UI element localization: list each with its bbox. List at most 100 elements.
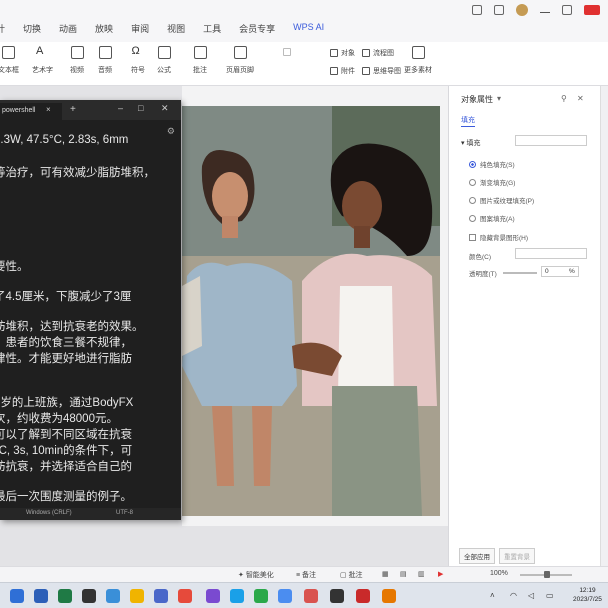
wps-icon[interactable] [304, 589, 318, 603]
video-button[interactable]: 视频 [70, 46, 84, 75]
app-icon[interactable] [278, 589, 292, 603]
comment-button[interactable]: 批注 [193, 46, 207, 75]
taskbar: ˄ ◠ ◁ ▭ 12:19 2023/7/25 [0, 582, 608, 608]
avatar[interactable] [516, 4, 528, 16]
app-icon[interactable] [382, 589, 396, 603]
color-label: 颜色(C) [469, 254, 492, 261]
word-icon[interactable] [34, 589, 48, 603]
pin-icon[interactable]: ⚲ [561, 94, 567, 103]
menu-tab-slideshow[interactable]: 放映 [95, 22, 113, 35]
wordart-button[interactable]: A 艺术字 [32, 46, 53, 75]
app-icon[interactable] [356, 589, 370, 603]
zoom-level[interactable]: 100% [490, 570, 508, 577]
edge-icon[interactable] [106, 589, 120, 603]
folder-icon[interactable] [130, 589, 144, 603]
layout-icon[interactable] [472, 5, 482, 15]
onenote-icon[interactable] [206, 589, 220, 603]
hide-background-checkbox[interactable]: 隐藏背景图形(H) [469, 232, 528, 242]
menu-tab-tools[interactable]: 工具 [203, 22, 221, 35]
minimize-icon[interactable] [540, 7, 550, 13]
sorter-view-icon[interactable]: ▤ [400, 570, 407, 578]
tab-close-icon[interactable]: × [46, 105, 51, 114]
excel-icon[interactable] [58, 589, 72, 603]
terminal-line: 要性。 [0, 261, 29, 273]
symbol-button[interactable]: Ω 符号 [131, 46, 145, 75]
terminal-tab[interactable]: powershell [0, 103, 62, 120]
menu-tab-member[interactable]: 会员专享 [239, 22, 275, 35]
clock[interactable]: 12:19 2023/7/25 [573, 586, 602, 604]
apply-all-button[interactable]: 全部应用 [459, 548, 495, 564]
header-footer-button[interactable]: 页眉页脚 [226, 46, 254, 75]
wifi-icon[interactable]: ◠ [510, 591, 517, 600]
flowchart-button[interactable]: 流程图 [362, 48, 394, 58]
color-dropdown[interactable] [515, 248, 587, 259]
maximize-icon[interactable]: □ [138, 103, 143, 113]
smart-beautify-button[interactable]: ✦ 智能美化 [238, 570, 274, 580]
option-solid-fill[interactable]: 纯色填充(S) [469, 159, 515, 169]
close-icon[interactable]: ✕ [577, 94, 584, 103]
chevron-down-icon[interactable]: ▾ [497, 94, 501, 103]
gear-icon[interactable]: ⚙ [167, 126, 175, 137]
mindmap-button[interactable]: 思维导图 [362, 66, 401, 76]
normal-view-icon[interactable]: ▦ [382, 570, 389, 578]
option-gradient-fill[interactable]: 渐变填充(G) [469, 177, 515, 187]
transparency-slider[interactable] [503, 272, 537, 274]
terminal-titlebar[interactable]: powershell × + – □ ✕ [0, 100, 181, 120]
encoding-indicator[interactable]: UTF-8 [116, 510, 133, 516]
clock-date: 2023/7/25 [573, 596, 602, 603]
fill-type-dropdown[interactable] [515, 135, 587, 146]
attachment-button[interactable]: 附件 [330, 66, 355, 76]
chevron-up-icon[interactable]: ˄ [490, 591, 495, 600]
menu-tab-review[interactable]: 审阅 [131, 22, 149, 35]
speaker-icon[interactable]: ◁ [528, 591, 534, 600]
formula-button[interactable]: 公式 [157, 46, 171, 75]
checkbox-icon [469, 233, 476, 241]
app-icon[interactable] [330, 589, 344, 603]
menu-tab-design[interactable]: 计 [0, 22, 5, 35]
menu-tab-view[interactable]: 视图 [167, 22, 185, 35]
reset-background-button[interactable]: 重置背景 [499, 548, 535, 564]
fill-section-header[interactable]: ▾ 填充 [461, 138, 480, 148]
comments-button[interactable]: ▢ 批注 [340, 570, 363, 580]
play-icon[interactable]: ▶ [438, 570, 443, 578]
notes-button[interactable]: ≡ 备注 [296, 570, 316, 580]
start-icon[interactable] [10, 589, 24, 603]
line-ending-indicator[interactable]: Windows (CRLF) [26, 510, 72, 516]
side-toolbar[interactable] [600, 86, 608, 566]
terminal-app-icon[interactable] [82, 589, 96, 603]
terminal-line: 肪抗衰，并选择适合自己的 [0, 461, 132, 473]
menu-tab-wps-ai[interactable]: WPS AI [293, 22, 324, 35]
terminal-line: 7岁的上班族，通过BodyFX [0, 397, 134, 409]
close-icon[interactable]: ✕ [161, 103, 169, 114]
video-icon [70, 46, 84, 59]
slide-photo[interactable] [182, 106, 440, 516]
menu-tab-animation[interactable]: 动画 [59, 22, 77, 35]
terminal-line: 2.3W, 47.5°C, 2.83s, 6mm [0, 134, 129, 146]
new-tab-icon[interactable]: + [70, 104, 76, 115]
close-icon[interactable] [584, 5, 600, 15]
object-icon [330, 49, 338, 57]
minimize-icon[interactable]: – [118, 103, 123, 113]
audio-button[interactable]: 音频 [98, 46, 112, 75]
transparency-input[interactable]: 0 % [541, 266, 579, 277]
object-button[interactable]: 对象 [330, 48, 355, 58]
option-picture-fill[interactable]: 图片或纹理填充(P) [469, 195, 534, 205]
app-icon[interactable] [178, 589, 192, 603]
wechat-icon[interactable] [254, 589, 268, 603]
maximize-icon[interactable] [562, 5, 572, 15]
terminal-window[interactable]: powershell × + – □ ✕ ⚙ 2.3W, 47.5°C, 2.8… [0, 100, 181, 520]
reading-view-icon[interactable]: ▥ [418, 570, 425, 578]
more-materials-button[interactable]: 更多素材 [404, 46, 432, 75]
app-icon[interactable] [230, 589, 244, 603]
window-icon[interactable] [494, 5, 504, 15]
option-pattern-fill[interactable]: 图案填充(A) [469, 213, 515, 223]
textbox-button[interactable]: 文本框 [0, 46, 19, 75]
attachment-label: 附件 [341, 68, 355, 75]
terminal-line: 等治疗，可有效减少脂肪堆积， [0, 167, 155, 179]
zoom-slider-handle[interactable] [544, 571, 550, 578]
battery-icon[interactable]: ▭ [546, 591, 554, 600]
app-icon[interactable] [154, 589, 168, 603]
tab-fill[interactable]: 填充 [461, 115, 475, 127]
menu-tab-transition[interactable]: 切换 [23, 22, 41, 35]
wordart-icon: A [36, 45, 44, 57]
